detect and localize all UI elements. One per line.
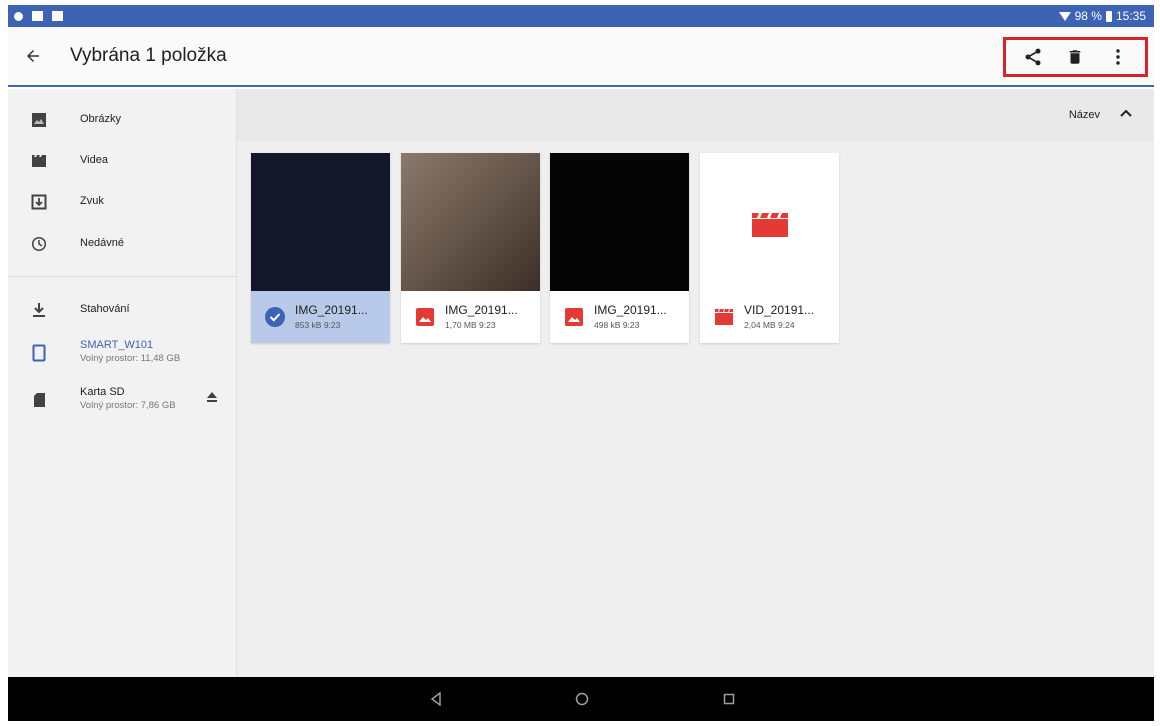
video-file-icon [715,309,733,325]
file-meta: 2,04 MB 9:24 [744,320,795,330]
page-title: Vybrána 1 položka [70,45,227,66]
sidebar-item-audio[interactable]: Zvuk [8,191,237,215]
file-card-footer: IMG_20191... 853 kB 9:23 [251,291,390,343]
trash-icon [1070,50,1081,64]
file-name: IMG_20191... [594,303,667,317]
nav-back-button[interactable] [426,689,446,709]
sidebar-item-downloads[interactable]: Stahování [8,299,237,323]
nav-home-button[interactable] [572,689,592,709]
sd-card-icon [28,389,50,411]
file-meta: 498 kB 9:23 [594,320,640,330]
audio-icon [28,191,50,213]
file-thumbnail [700,153,839,291]
sort-direction-button[interactable] [1118,105,1134,121]
status-bar: 98 % 15:35 [8,5,1154,80]
clock-time: 15:35 [1115,9,1146,23]
battery-level: 98 % [1074,9,1102,23]
arrow-left-icon [27,50,39,62]
sidebar-item-images[interactable]: Obrázky [8,109,237,133]
video-file-large-icon [752,213,788,237]
file-card-footer: IMG_20191... 1,70 MB 9:23 [401,291,540,343]
notification-dot-icon [14,11,23,21]
sidebar-item-sd-card[interactable]: Karta SD Volný prostor: 7,86 GB [8,386,237,416]
chevron-up-icon [1120,109,1132,117]
file-card[interactable]: IMG_20191... 853 kB 9:23 [251,153,390,343]
file-meta: 853 kB 9:23 [295,320,341,330]
sort-bar: Název [237,89,1154,141]
action-buttons-group [1003,37,1148,77]
file-meta: 1,70 MB 9:23 [445,320,496,330]
more-vert-icon [1116,49,1120,65]
sidebar-item-label: Obrázky [80,113,121,125]
gallery-notification-icon [32,11,43,21]
file-thumbnail [401,153,540,291]
sidebar-divider [8,276,237,277]
system-nav-bar [8,677,1154,721]
share-icon [1025,48,1041,66]
selection-toolbar: Vybrána 1 položka [8,27,1154,87]
back-button[interactable] [8,26,58,86]
sidebar-item-videos[interactable]: Videa [8,150,237,174]
file-card[interactable]: VID_20191... 2,04 MB 9:24 [700,153,839,343]
check-circle-icon [265,307,285,327]
free-space-text: Volný prostor: 11,48 GB [80,353,181,364]
file-name: IMG_20191... [295,303,368,317]
video-icon [28,150,50,172]
clock-icon [28,233,50,255]
eject-icon [207,392,217,402]
image-icon [28,109,50,131]
file-thumbnail [251,153,390,291]
battery-icon [1105,10,1112,22]
sidebar-item-internal-storage[interactable]: SMART_W101 Volný prostor: 11,48 GB [8,339,237,369]
file-name: VID_20191... [744,303,815,317]
tablet-icon [28,342,50,364]
file-name: IMG_20191... [445,303,518,317]
file-grid-area: Název IMG_20191... 853 kB 9:23 IMG_20191… [237,89,1154,677]
sidebar-item-recent[interactable]: Nedávné [8,233,237,257]
triangle-back-icon [430,692,441,706]
delete-button[interactable] [1060,42,1090,72]
sort-by-name-button[interactable]: Název [1069,109,1100,121]
sidebar-item-label: Nedávné [80,237,125,249]
circle-home-icon [575,692,589,706]
sidebar-item-label: Stahování [80,303,130,315]
file-card[interactable]: IMG_20191... 1,70 MB 9:23 [401,153,540,343]
eject-button[interactable] [205,390,219,404]
share-button[interactable] [1018,42,1048,72]
image-file-icon [565,308,583,326]
more-options-button[interactable] [1103,42,1133,72]
image-notification-icon [52,11,63,21]
wifi-icon [1058,11,1071,21]
navigation-drawer: Obrázky Videa Zvuk Nedávné Stahování SMA… [8,89,237,677]
download-icon [28,299,50,321]
nav-recents-button[interactable] [719,689,739,709]
file-card-footer: VID_20191... 2,04 MB 9:24 [700,291,839,343]
file-card[interactable]: IMG_20191... 498 kB 9:23 [550,153,689,343]
file-thumbnail [550,153,689,291]
square-recents-icon [723,693,735,705]
sidebar-item-label: Zvuk [80,195,104,207]
file-card-footer: IMG_20191... 498 kB 9:23 [550,291,689,343]
sidebar-item-label: Karta SD [80,386,125,398]
sidebar-item-label: Videa [80,154,108,166]
free-space-text: Volný prostor: 7,86 GB [80,400,176,411]
sidebar-item-label: SMART_W101 [80,339,154,351]
image-file-icon [416,308,434,326]
